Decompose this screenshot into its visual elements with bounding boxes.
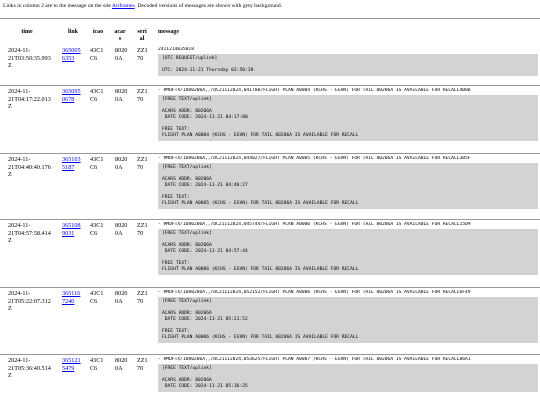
intro-text: Links in column 2 are to the message on …: [3, 3, 282, 9]
decoded-message: [FREE TEXT/uplink] ACARS ADDR: 80206A DAT…: [158, 229, 538, 275]
acars-cell: 8020 0A: [115, 88, 128, 103]
icao-cell: 43C1 C6: [90, 156, 104, 171]
decoded-line: [FREE TEXT/uplink]: [162, 299, 212, 304]
icao-cell: 43C1 C6: [90, 290, 104, 305]
link-cell: 365095 0678: [62, 88, 84, 103]
acars-cell: 8020 0A: [115, 357, 128, 372]
time-cell: 2024-11- 21T04:57:58.414 Z: [8, 222, 51, 245]
serial-cell: ZZ1 70: [137, 290, 148, 305]
decoded-message: [FREE TEXT/uplink] ACARS ADDR: 80206A DAT…: [158, 364, 538, 392]
link-cell: 365103 5187: [62, 156, 84, 171]
row-divider: [0, 219, 540, 220]
serial-cell: ZZ1 70: [137, 357, 148, 372]
decoded-line: [FREE TEXT/uplink]: [162, 231, 212, 236]
time-cell: 2024-11- 21T05:22:07.312 Z: [8, 290, 51, 313]
serial-cell: ZZ1 70: [137, 88, 148, 103]
decoded-message: [FREE TEXT/uplink] ACARS ADDR: 80206A DAT…: [158, 297, 538, 343]
link-cell: 365005 6353: [62, 47, 84, 62]
decoded-line: DATE CODE: 2024-11-21 04:17:00: [162, 115, 248, 120]
row-divider: [0, 287, 540, 288]
acars-cell: 8020 0A: [115, 222, 128, 237]
row-divider: [0, 354, 540, 355]
raw-message: - #MDFTX/ID80206A,,/DC21112024,045744/FL…: [158, 222, 471, 227]
link-cell: 365116 7240: [62, 290, 84, 305]
message-link[interactable]: 365005 6353: [62, 47, 81, 62]
header-serial: seri al: [137, 29, 147, 42]
icao-cell: 43C1 C6: [90, 222, 104, 237]
decoded-line: FLIGHT PLAN A0006 (KCHS - EGVN) FOR TAIL…: [162, 267, 359, 272]
decoded-line: UTC: 2024-11-21 Thursday 03:50:18: [162, 68, 254, 73]
decoded-message: [FREE TEXT/uplink] ACARS ADDR: 80206A DAT…: [158, 163, 538, 209]
decoded-line: FLIGHT PLAN A0005 (KCHS - EGVN) FOR TAIL…: [162, 201, 359, 206]
acars-cell: 8020 0A: [115, 290, 128, 305]
decoded-line: DATE CODE: 2024-11-21 04:57:44: [162, 249, 248, 254]
time-cell: 2024-11- 21T03:50:35.993 Z: [8, 47, 51, 70]
raw-message: 2411214035018: [158, 47, 194, 52]
decoded-line: [FREE TEXT/uplink]: [162, 97, 212, 102]
top-divider: [0, 18, 540, 19]
decoded-line: [FREE TEXT/uplink]: [162, 366, 212, 371]
decoded-line: FLIGHT PLAN A0004 (KCHS - EGVN) FOR TAIL…: [162, 133, 359, 138]
message-link[interactable]: 365116 7240: [62, 290, 80, 305]
raw-message: - #MDFTX/ID80206A,,/DC21112024,052152/FL…: [158, 290, 471, 295]
header-message: message: [158, 29, 179, 35]
raw-message: - #MDFTX/ID80206A,,/DC21112024,044027/FL…: [158, 156, 471, 161]
decoded-message: [UTC REQUEST/uplink] UTC: 2024-11-21 Thur…: [158, 54, 538, 76]
header-acars: acar s: [114, 29, 126, 42]
header-icao: icao: [92, 29, 104, 35]
message-link[interactable]: 365121 5479: [62, 357, 81, 372]
header-time: time: [21, 29, 33, 35]
icao-cell: 43C1 C6: [90, 357, 104, 372]
link-cell: 365108 9031: [62, 222, 84, 237]
time-cell: 2024-11- 21T04:40:40.176 Z: [8, 156, 51, 179]
decoded-line: FLIGHT PLAN A0006 (KCHS - EGVN) FOR TAIL…: [162, 335, 359, 340]
intro-after: . Decoded versions of messages are shown…: [134, 3, 283, 9]
decoded-line: DATE CODE: 2024-11-21 05:36:25: [162, 384, 248, 389]
time-cell: 2024-11- 21T05:36:40.514 Z: [8, 357, 51, 380]
message-link[interactable]: 365095 0678: [62, 88, 81, 103]
serial-cell: ZZ1 70: [137, 222, 148, 237]
time-cell: 2024-11- 21T04:17:22.013 Z: [8, 88, 51, 111]
decoded-line: [UTC REQUEST/uplink]: [162, 56, 218, 61]
intro-before: Links in column 2 are to the message on …: [3, 3, 112, 9]
decoded-line: DATE CODE: 2024-11-21 04:40:27: [162, 183, 248, 188]
airframes-link[interactable]: Airframes: [112, 3, 135, 9]
acars-cell: 8020 0A: [115, 156, 128, 171]
row-divider: [0, 85, 540, 86]
acars-cell: 8020 0A: [115, 47, 128, 62]
raw-message: - #MDFTX/ID80206A,,/DC21112024,053625/FL…: [158, 357, 471, 362]
raw-message: - #MDFTX/ID80206A,,/DC21112024,041700/FL…: [158, 88, 471, 93]
decoded-line: DATE CODE: 2024-11-21 05:21:52: [162, 317, 248, 322]
icao-cell: 43C1 C6: [90, 88, 104, 103]
message-link[interactable]: 365103 5187: [62, 156, 81, 171]
link-cell: 365121 5479: [62, 357, 84, 372]
message-link[interactable]: 365108 9031: [62, 222, 81, 237]
serial-cell: ZZ1 70: [137, 47, 148, 62]
header-link: link: [67, 29, 78, 35]
decoded-message: [FREE TEXT/uplink] ACARS ADDR: 80206A DAT…: [158, 95, 538, 141]
serial-cell: ZZ1 70: [137, 156, 148, 171]
decoded-line: [FREE TEXT/uplink]: [162, 165, 212, 170]
icao-cell: 43C1 C6: [90, 47, 104, 62]
row-divider: [0, 153, 540, 154]
